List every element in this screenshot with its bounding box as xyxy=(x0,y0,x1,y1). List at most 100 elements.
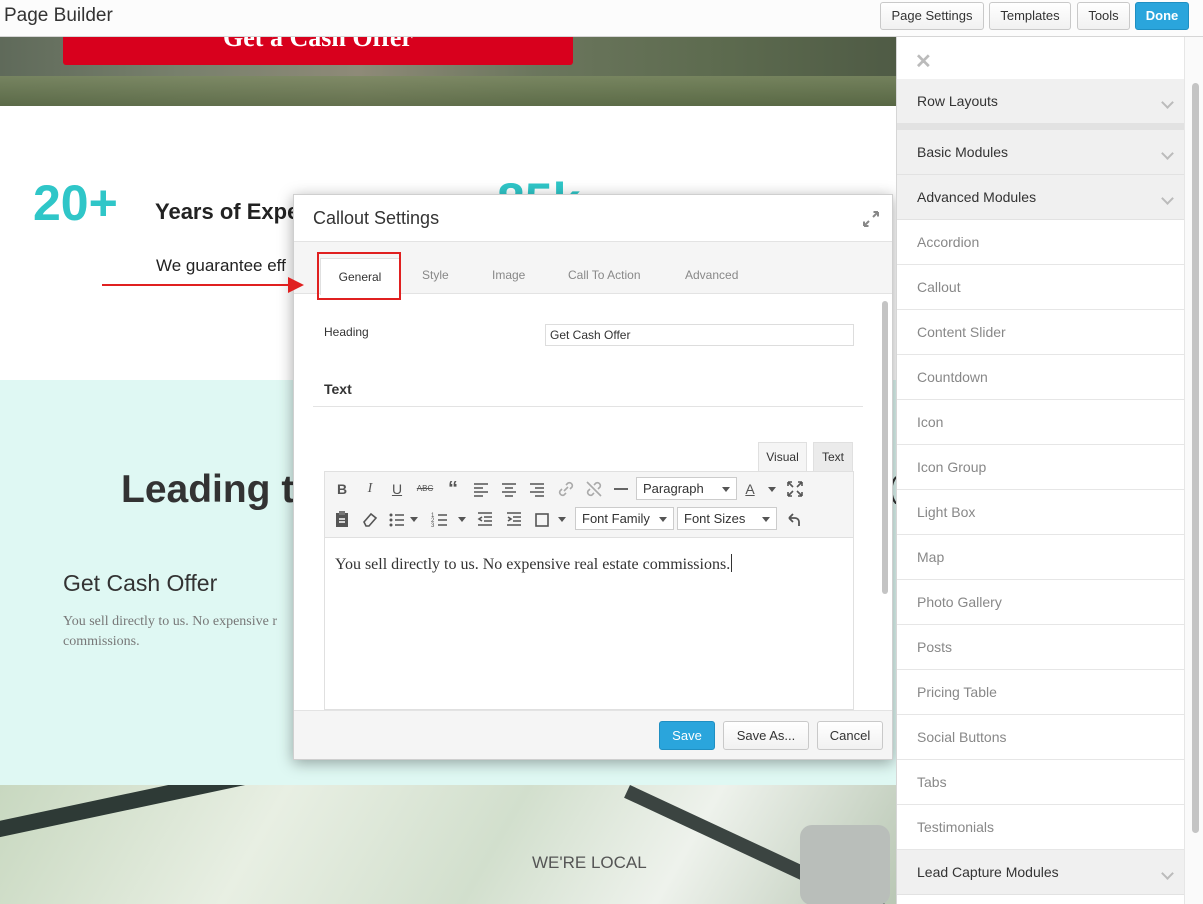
align-left-icon[interactable] xyxy=(471,479,491,499)
section-advanced-modules[interactable]: Advanced Modules xyxy=(897,175,1184,220)
callout-heading[interactable]: Get Cash Offer xyxy=(63,570,217,597)
done-button[interactable]: Done xyxy=(1135,2,1189,30)
editor-content: You sell directly to us. No expensive re… xyxy=(335,556,731,573)
module-label: Icon Group xyxy=(917,459,987,475)
font-sizes-select[interactable]: Font Sizes xyxy=(677,507,777,530)
link-icon[interactable] xyxy=(556,479,576,499)
paragraph-format-select[interactable]: Paragraph xyxy=(636,477,737,500)
module-posts[interactable]: Posts xyxy=(897,625,1184,670)
paragraph-format-value: Paragraph xyxy=(643,481,704,496)
annotation-highlight-box xyxy=(317,252,401,300)
dialog-header: Callout Settings xyxy=(294,195,892,242)
paste-icon[interactable] xyxy=(332,509,352,529)
panel-scrollbar[interactable] xyxy=(1184,37,1203,904)
module-label: Map xyxy=(917,549,945,565)
align-center-icon[interactable] xyxy=(499,479,519,499)
section-label: Row Layouts xyxy=(917,93,998,109)
module-label: Accordion xyxy=(917,234,980,250)
save-as-button[interactable]: Save As... xyxy=(723,721,809,750)
tab-image[interactable]: Image xyxy=(492,268,525,282)
local-section: WE'RE LOCAL xyxy=(0,785,896,904)
module-accordion[interactable]: Accordion xyxy=(897,220,1184,265)
bullet-list-icon[interactable] xyxy=(387,509,407,529)
dialog-footer: Save Save As... Cancel xyxy=(294,710,892,759)
font-family-select[interactable]: Font Family xyxy=(575,507,674,530)
table-icon[interactable] xyxy=(532,509,552,529)
bold-icon[interactable]: B xyxy=(332,479,352,499)
module-map[interactable]: Map xyxy=(897,535,1184,580)
module-icon[interactable]: Icon xyxy=(897,400,1184,445)
chevron-down-icon xyxy=(1161,867,1174,880)
module-photo-gallery[interactable]: Photo Gallery xyxy=(897,580,1184,625)
svg-text:3: 3 xyxy=(431,523,435,529)
chevron-down-icon xyxy=(1161,96,1174,109)
italic-icon[interactable]: I xyxy=(360,479,380,499)
section-lead-capture-modules[interactable]: Lead Capture Modules xyxy=(897,850,1184,895)
tools-button[interactable]: Tools xyxy=(1077,2,1130,30)
text-color-icon[interactable]: A xyxy=(740,479,760,499)
panel-scrollbar-thumb[interactable] xyxy=(1192,83,1199,833)
unlink-icon[interactable] xyxy=(584,479,604,499)
dialog-scrollbar[interactable] xyxy=(882,301,888,594)
close-icon[interactable]: ✕ xyxy=(915,49,932,74)
module-content-slider[interactable]: Content Slider xyxy=(897,310,1184,355)
divider xyxy=(313,406,863,407)
stat-second-value: 85k xyxy=(497,172,580,194)
section-label: Basic Modules xyxy=(917,144,1009,160)
editor-tab-visual[interactable]: Visual xyxy=(758,442,807,471)
module-icon-group[interactable]: Icon Group xyxy=(897,445,1184,490)
save-button[interactable]: Save xyxy=(659,721,715,750)
templates-button[interactable]: Templates xyxy=(989,2,1071,30)
page-settings-button[interactable]: Page Settings xyxy=(880,2,984,30)
module-label: Social Buttons xyxy=(917,729,1007,745)
leading-heading: Leading t xyxy=(121,468,295,511)
tab-style[interactable]: Style xyxy=(422,268,449,282)
blockquote-icon[interactable]: “ xyxy=(443,479,463,499)
align-right-icon[interactable] xyxy=(527,479,547,499)
chevron-down-icon[interactable] xyxy=(458,517,466,522)
module-label: Tabs xyxy=(917,774,947,790)
chevron-down-icon[interactable] xyxy=(410,517,418,522)
annotation-arrow xyxy=(102,284,292,286)
outdent-icon[interactable] xyxy=(475,509,495,529)
module-countdown[interactable]: Countdown xyxy=(897,355,1184,400)
tab-advanced[interactable]: Advanced xyxy=(685,268,738,282)
top-bar: Page Builder Page Settings Templates Too… xyxy=(0,0,1203,37)
chevron-down-icon[interactable] xyxy=(558,517,566,522)
stat-years-label: Years of Expe xyxy=(155,199,300,224)
module-label: Countdown xyxy=(917,369,988,385)
section-basic-modules[interactable]: Basic Modules xyxy=(897,130,1184,175)
cancel-button[interactable]: Cancel xyxy=(817,721,883,750)
chevron-down-icon xyxy=(659,517,667,522)
section-label: Lead Capture Modules xyxy=(917,864,1059,880)
eraser-icon[interactable] xyxy=(360,509,380,529)
underline-icon[interactable]: U xyxy=(387,479,407,499)
modules-panel: ✕ Row Layouts Basic Modules Advanced Mod… xyxy=(896,37,1203,904)
section-row-layouts[interactable]: Row Layouts xyxy=(897,79,1184,124)
indent-icon[interactable] xyxy=(504,509,524,529)
module-tabs[interactable]: Tabs xyxy=(897,760,1184,805)
tab-call-to-action[interactable]: Call To Action xyxy=(568,268,641,282)
hero-cta-button[interactable]: Get a Cash Offer xyxy=(63,37,573,65)
undo-icon[interactable] xyxy=(783,509,803,529)
module-pricing-table[interactable]: Pricing Table xyxy=(897,670,1184,715)
rich-text-editor[interactable]: You sell directly to us. No expensive re… xyxy=(324,538,854,710)
chevron-down-icon xyxy=(1161,147,1174,160)
horizontal-line-icon[interactable] xyxy=(611,479,631,499)
text-caret xyxy=(731,554,733,572)
chevron-down-icon xyxy=(1161,192,1174,205)
chevron-down-icon[interactable] xyxy=(768,487,776,492)
module-callout[interactable]: Callout xyxy=(897,265,1184,310)
guarantee-text: We guarantee eff xyxy=(156,256,286,275)
numbered-list-icon[interactable]: 123 xyxy=(430,509,450,529)
heading-input[interactable] xyxy=(545,324,854,346)
module-light-box[interactable]: Light Box xyxy=(897,490,1184,535)
strikethrough-icon[interactable]: ABC xyxy=(415,479,435,499)
expand-icon[interactable] xyxy=(862,210,880,228)
fullscreen-icon[interactable] xyxy=(785,479,805,499)
editor-content-wrap: You sell directly to us. No expensive re… xyxy=(335,554,733,574)
module-social-buttons[interactable]: Social Buttons xyxy=(897,715,1184,760)
section-label: Advanced Modules xyxy=(917,189,1037,205)
module-testimonials[interactable]: Testimonials xyxy=(897,805,1184,850)
editor-tab-text[interactable]: Text xyxy=(813,442,853,471)
